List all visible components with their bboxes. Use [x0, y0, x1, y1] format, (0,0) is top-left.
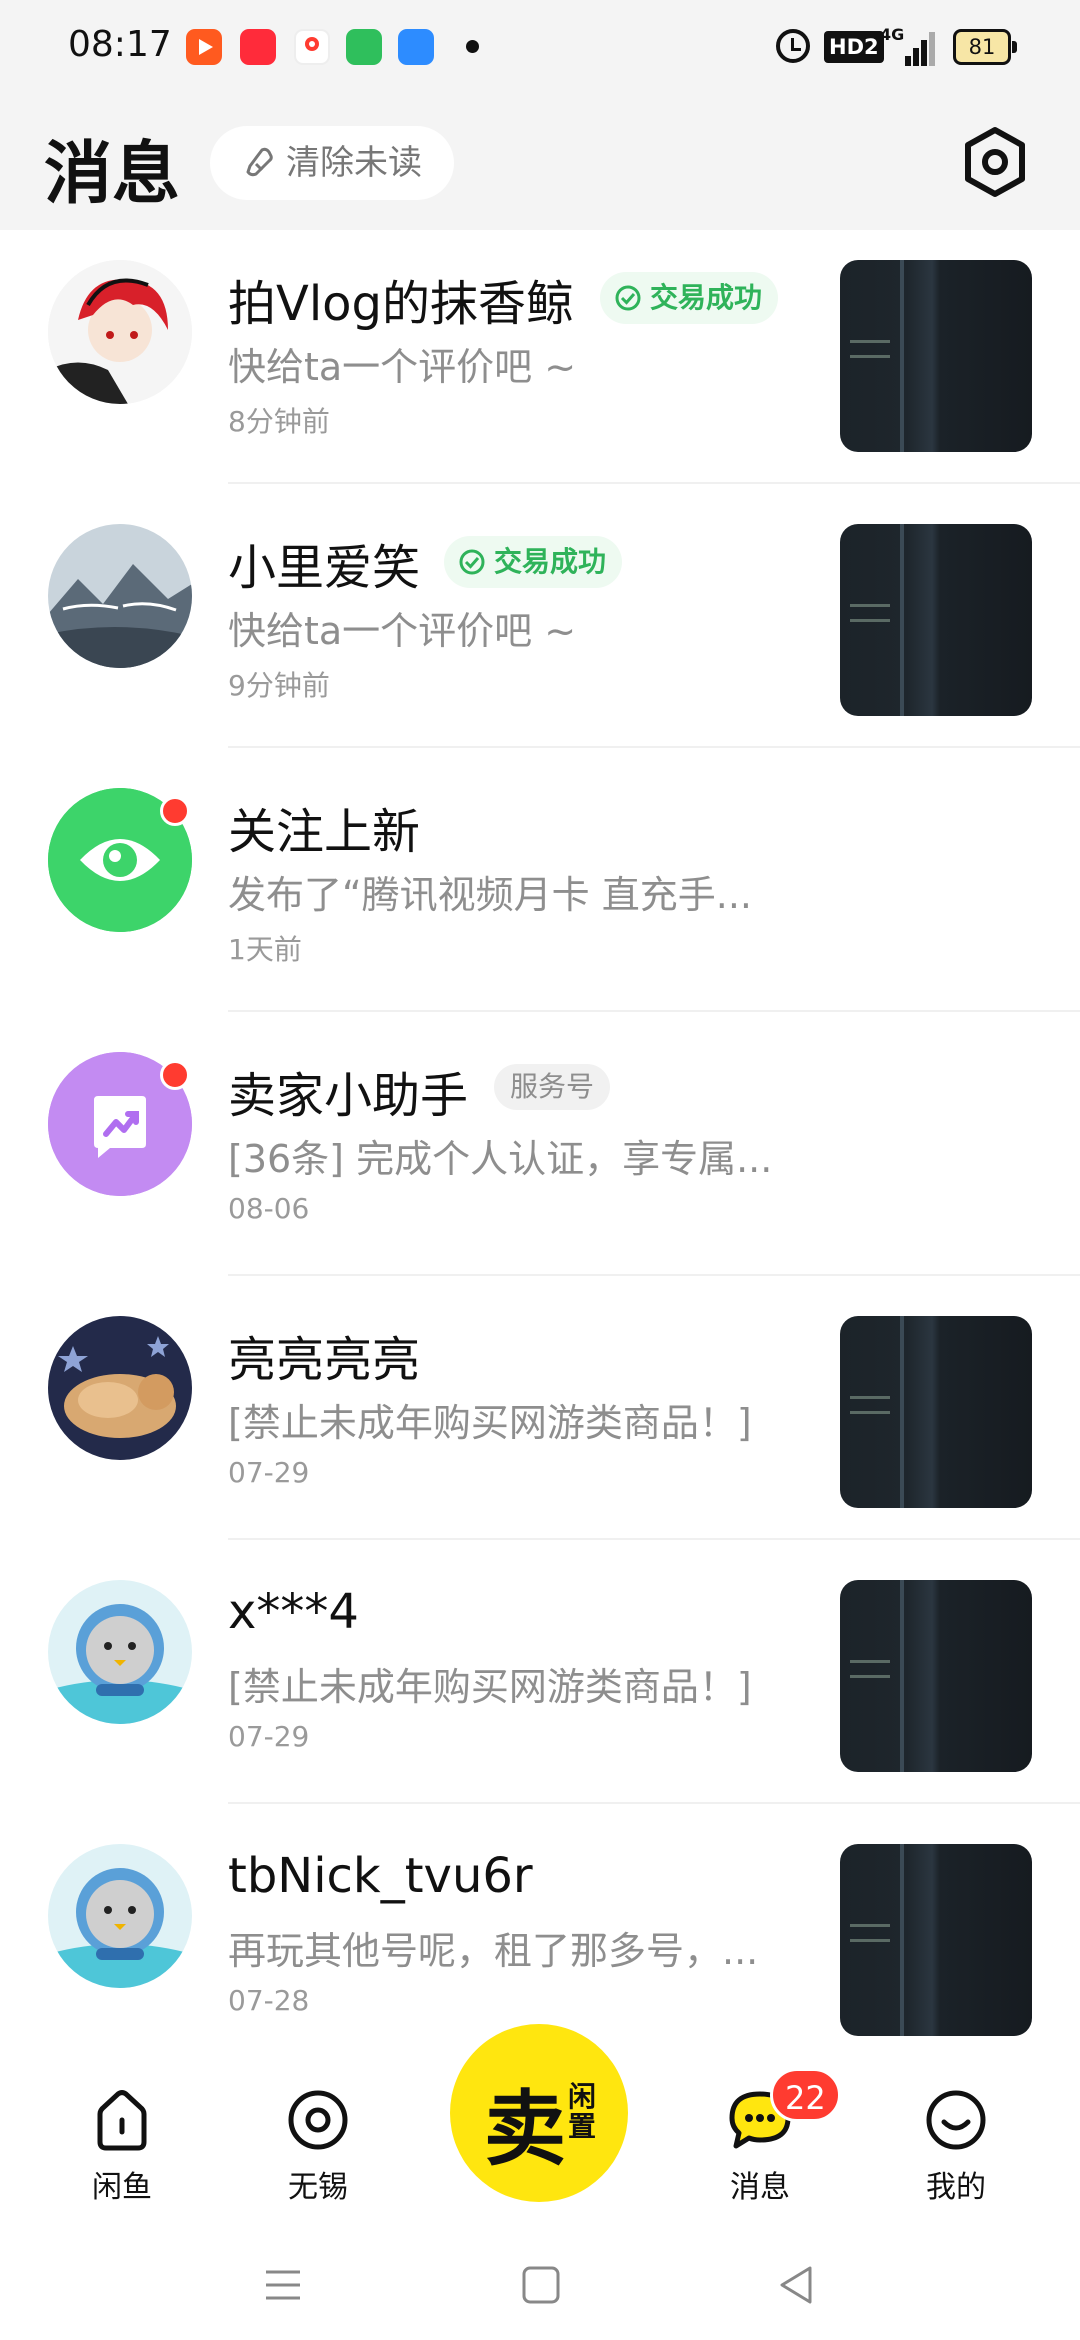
message-time: 07-29 — [228, 1456, 310, 1489]
home-square-icon[interactable] — [516, 2260, 566, 2310]
back-icon[interactable] — [772, 2260, 822, 2310]
page-title: 消息 — [44, 135, 181, 214]
avatar — [48, 524, 192, 668]
unread-dot — [160, 1060, 190, 1090]
page-header: 消息 清除未读 — [0, 96, 1080, 230]
conversation-item[interactable]: 拍Vlog的抹香鲸 交易成功 快给ta一个评价吧 ~ 8分钟前 — [0, 230, 1080, 494]
map-app-icon — [294, 29, 330, 65]
conversation-item[interactable]: x***4 [禁止未成年购买网游类商品！] 07-29 — [0, 1550, 1080, 1814]
hd-voice-icon: HD2 — [824, 31, 884, 63]
contact-name: 关注上新 — [228, 804, 421, 860]
clear-unread-button[interactable]: 清除未读 — [210, 126, 454, 200]
battery-icon: 81 — [953, 29, 1017, 65]
trade-success-badge: 交易成功 — [444, 536, 623, 588]
message-preview: [禁止未成年购买网游类商品！] — [228, 1665, 752, 1709]
settings-button[interactable] — [960, 124, 1030, 200]
item-thumbnail — [840, 524, 1032, 716]
contact-name: tbNick_tvu6r — [228, 1848, 533, 1904]
bottom-nav: 闲鱼 无锡 卖 闲置 消息 22 我的 — [0, 2024, 1080, 2230]
item-thumbnail — [840, 260, 1032, 452]
item-thumbnail — [840, 1316, 1032, 1508]
divider — [228, 1538, 1080, 1540]
nav-city[interactable]: 无锡 — [258, 2084, 378, 2224]
smile-icon — [926, 2090, 986, 2150]
nav-city-label: 无锡 — [288, 2170, 348, 2205]
menu-icon[interactable] — [258, 2260, 308, 2310]
divider — [228, 1274, 1080, 1276]
nav-mine-label: 我的 — [926, 2170, 986, 2205]
more-notifications-dot — [466, 40, 479, 53]
status-time: 08:17 — [68, 24, 172, 65]
conversation-item[interactable]: 亮亮亮亮 [禁止未成年购买网游类商品！] 07-29 — [0, 1286, 1080, 1550]
message-preview: 快给ta一个评价吧 ~ — [228, 609, 577, 653]
message-preview: 快给ta一个评价吧 ~ — [228, 345, 577, 389]
network-type: 4G — [880, 25, 905, 44]
conversation-item[interactable]: 关注上新 发布了“腾讯视频月卡 直充手... 1天前 — [0, 758, 1080, 1022]
nav-home-label: 闲鱼 — [92, 2170, 152, 2205]
broom-icon — [246, 147, 273, 177]
check-circle-icon — [615, 285, 641, 311]
alarm-icon — [776, 29, 810, 63]
unread-dot — [160, 796, 190, 826]
message-time: 1天前 — [228, 933, 302, 966]
message-time: 8分钟前 — [228, 405, 330, 438]
conversation-item[interactable]: 小里爱笑 交易成功 快给ta一个评价吧 ~ 9分钟前 — [0, 494, 1080, 758]
chat-app-icon — [346, 29, 382, 65]
divider — [228, 746, 1080, 748]
sell-label: 卖 — [484, 2082, 567, 2177]
contact-name: 卖家小助手 — [228, 1068, 469, 1124]
message-time: 9分钟前 — [228, 669, 330, 702]
shopping-app-icon — [240, 29, 276, 65]
message-time: 07-28 — [228, 1984, 310, 2017]
contact-name: 拍Vlog的抹香鲸 — [228, 276, 575, 332]
home-icon — [97, 2090, 147, 2151]
location-icon — [288, 2090, 348, 2150]
avatar — [48, 260, 192, 404]
message-preview: [36条] 完成个人认证，享专属... — [228, 1137, 773, 1181]
divider — [228, 1010, 1080, 1012]
unread-count-badge: 22 — [770, 2068, 841, 2122]
divider — [228, 482, 1080, 484]
clear-unread-label: 清除未读 — [286, 143, 422, 183]
item-thumbnail — [840, 1844, 1032, 2036]
nav-home[interactable]: 闲鱼 — [62, 2084, 182, 2224]
sell-button[interactable]: 卖 闲置 — [450, 2024, 628, 2202]
service-account-badge: 服务号 — [494, 1064, 611, 1110]
contact-name: x***4 — [228, 1584, 359, 1640]
avatar — [48, 1580, 192, 1724]
message-preview: 再玩其他号呢，租了那多号，... — [228, 1929, 759, 1973]
message-time: 08-06 — [228, 1192, 310, 1225]
contact-name: 亮亮亮亮 — [228, 1332, 421, 1388]
check-circle-icon — [459, 549, 485, 575]
video-app-icon — [186, 29, 222, 65]
settings-icon — [965, 127, 1025, 197]
item-thumbnail — [840, 1580, 1032, 1772]
nav-mine[interactable]: 我的 — [896, 2084, 1016, 2224]
trade-success-badge: 交易成功 — [600, 272, 779, 324]
files-app-icon — [398, 29, 434, 65]
avatar — [48, 1844, 192, 1988]
avatar — [48, 1316, 192, 1460]
message-preview: [禁止未成年购买网游类商品！] — [228, 1401, 752, 1445]
signal-icon — [905, 30, 937, 66]
message-time: 07-29 — [228, 1720, 310, 1753]
messages-screen: 08:17 HD2 4G 81 消息 清除未读 拍Vlog的抹香鲸 交易成功 快… — [0, 0, 1080, 2340]
contact-name: 小里爱笑 — [228, 540, 421, 596]
nav-messages-label: 消息 — [730, 2170, 790, 2205]
system-nav-bar — [0, 2230, 1080, 2340]
conversation-item[interactable]: 卖家小助手 服务号 [36条] 完成个人认证，享专属... 08-06 — [0, 1022, 1080, 1286]
divider — [228, 1802, 1080, 1804]
message-preview: 发布了“腾讯视频月卡 直充手... — [228, 873, 753, 917]
sell-sub-label: 闲置 — [568, 2080, 597, 2143]
status-bar: 08:17 HD2 4G 81 — [0, 0, 1080, 96]
